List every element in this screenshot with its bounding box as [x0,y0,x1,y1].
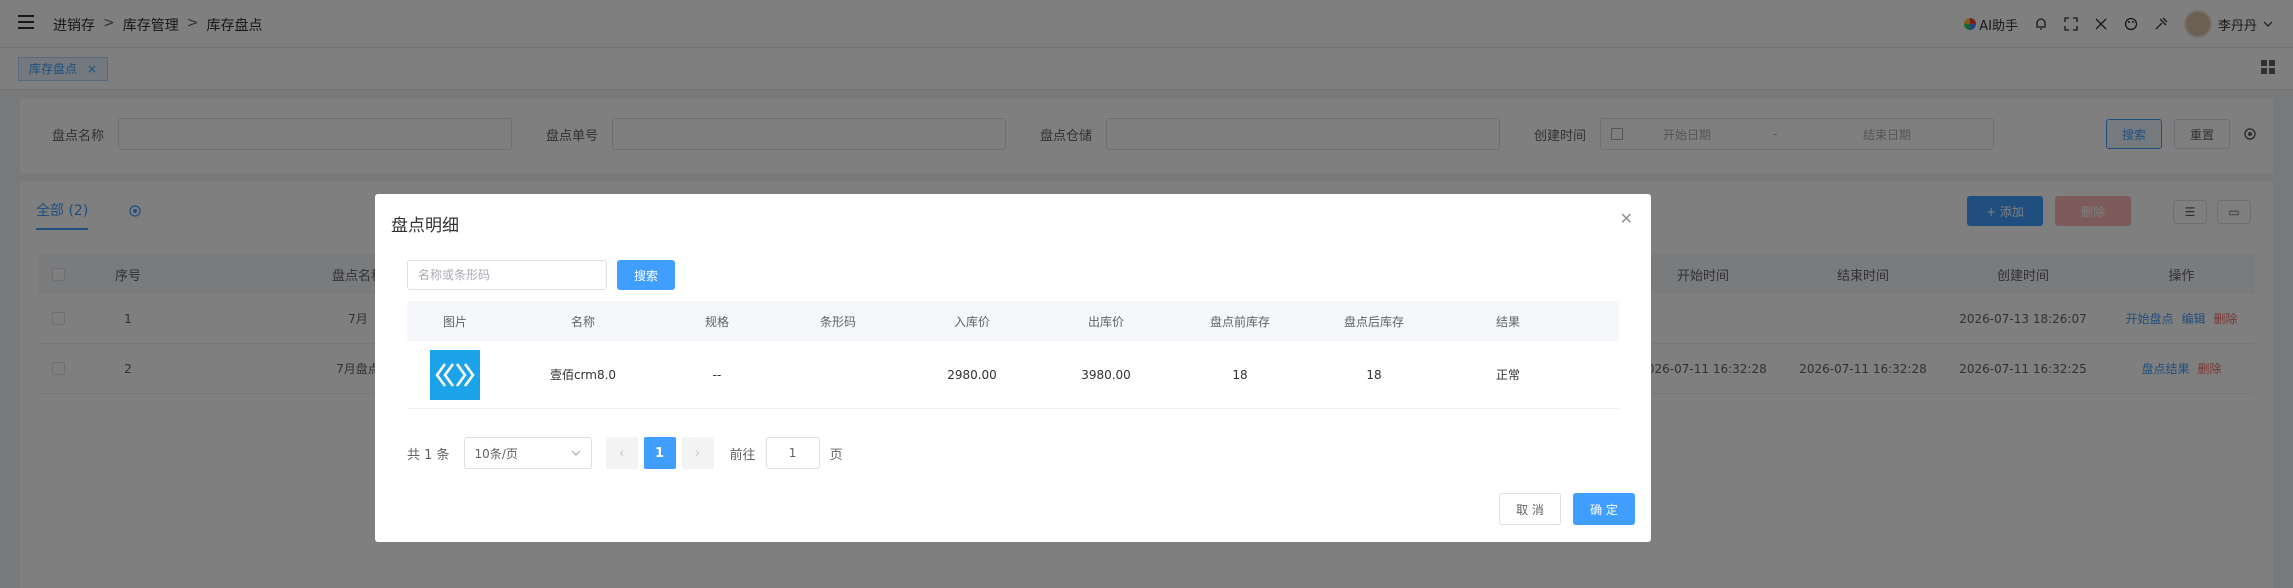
cell-barcode [771,341,905,408]
next-page-button[interactable]: › [681,437,714,469]
detail-row[interactable]: 壹佰crm8.0 -- 2980.00 3980.00 18 18 正常 [407,341,1619,409]
stocktake-detail-dialog: 盘点明细 ✕ 搜索 图片 名称 规格 条形码 入库价 出库价 盘点前库存 盘点后… [375,194,1651,542]
cell-image [407,341,503,408]
dialog-title: 盘点明细 [391,216,459,236]
dialog-search-button[interactable]: 搜索 [617,260,675,290]
col-result: 结果 [1495,314,1520,329]
dialog-footer: 取 消 确 定 [1499,493,1635,525]
cell-result: 正常 [1495,368,1520,382]
col-spec: 规格 [704,314,729,329]
col-before-stock: 盘点前库存 [1209,314,1270,329]
page-size-select[interactable]: 10条/页 [463,437,592,469]
cell-name: 壹佰crm8.0 [549,368,617,382]
confirm-button[interactable]: 确 定 [1573,493,1635,525]
goto-page-input[interactable]: 1 [765,437,820,469]
detail-table-header: 图片 名称 规格 条形码 入库价 出库价 盘点前库存 盘点后库存 结果 [407,301,1619,341]
page-size-value: 10条/页 [474,446,518,461]
cell-spec: -- [712,367,722,382]
cell-in-price: 2980.00 [947,367,997,382]
page-unit: 页 [829,447,843,463]
page-number[interactable]: 1 [643,437,676,469]
cancel-button[interactable]: 取 消 [1499,493,1561,525]
search-input[interactable] [407,260,607,290]
col-image: 图片 [442,314,467,329]
cell-after-stock: 18 [1366,367,1382,382]
cell-out-price: 3980.00 [1081,367,1131,382]
chevron-down-icon [571,450,580,456]
col-barcode: 条形码 [819,314,856,329]
cell-before-stock: 18 [1232,367,1248,382]
col-name: 名称 [570,314,595,329]
pager-total: 共 1 条 [407,447,450,463]
goto-label: 前往 [729,447,756,463]
prev-page-button[interactable]: ‹ [605,437,638,469]
product-logo-icon [435,362,475,387]
col-in-price: 入库价 [953,314,990,329]
close-icon[interactable]: ✕ [1620,209,1633,228]
product-logo[interactable] [430,349,480,400]
col-after-stock: 盘点后库存 [1343,314,1404,329]
pagination: 共 1 条 10条/页 ‹ 1 › 前往 1 页 [407,437,843,469]
col-out-price: 出库价 [1087,314,1124,329]
